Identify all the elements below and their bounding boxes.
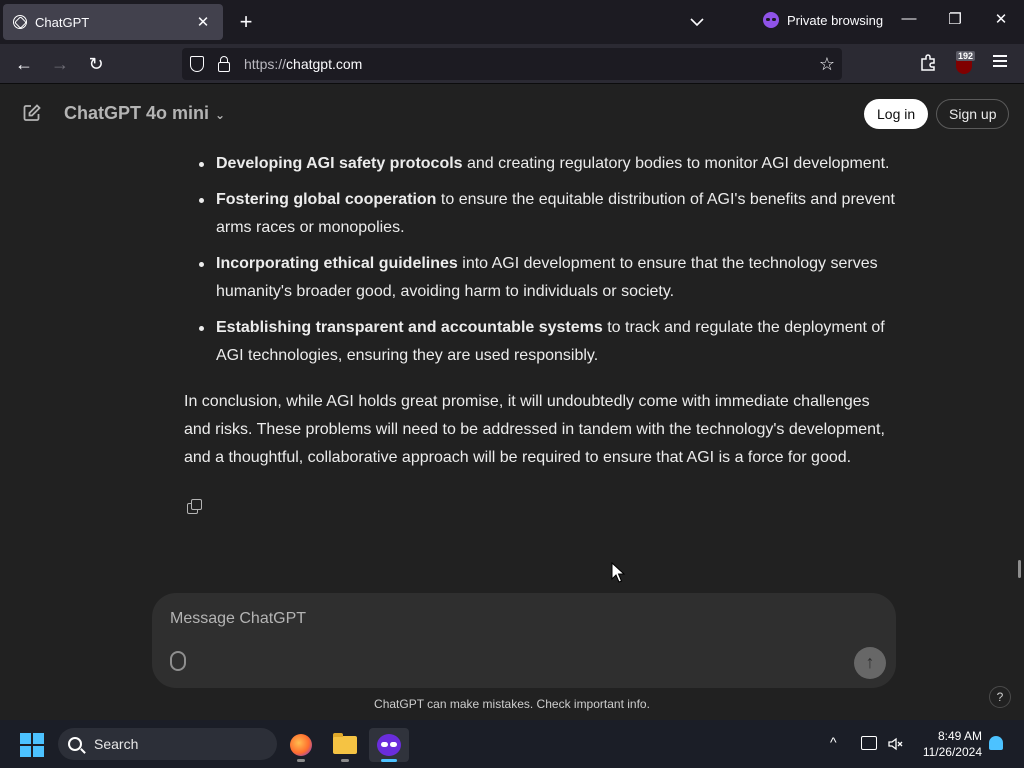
clock-date: 11/26/2024 (922, 745, 982, 759)
url-text[interactable]: https://chatgpt.com (244, 56, 812, 72)
url-host: chatgpt.com (286, 56, 363, 72)
extensions-puzzle-icon[interactable] (918, 52, 938, 72)
scrollbar-thumb[interactable] (1018, 560, 1021, 578)
mouse-pointer-icon (611, 562, 625, 583)
disclaimer-text: ChatGPT can make mistakes. Check importa… (374, 697, 650, 711)
new-tab-button[interactable]: + (234, 10, 258, 34)
list-item-text: and creating regulatory bodies to monito… (462, 155, 890, 172)
new-chat-compose-icon[interactable] (22, 103, 42, 123)
tab-close-icon[interactable]: ✕ (193, 13, 213, 31)
bookmark-star-icon[interactable]: ☆ (812, 54, 842, 75)
list-item-bold: Fostering global cooperation (216, 191, 437, 208)
notification-bell-icon[interactable] (989, 736, 1003, 750)
ublock-blocked-count: 192 (956, 51, 976, 61)
list-item: Developing AGI safety protocols and crea… (184, 150, 898, 178)
conclusion-paragraph: In conclusion, while AGI holds great pro… (184, 393, 885, 466)
firefox-icon (290, 734, 312, 756)
private-browsing-label: Private browsing (787, 12, 884, 28)
search-icon (68, 737, 82, 751)
taskbar-search-box[interactable]: Search (58, 728, 277, 760)
firefox-private-icon (377, 734, 401, 756)
browser-tab-strip: ChatGPT ✕ + Private browsing — ❐ ✕ (0, 0, 1024, 44)
sign-up-button[interactable]: Sign up (936, 99, 1010, 129)
help-button[interactable]: ? (989, 686, 1011, 708)
list-all-tabs-icon[interactable] (686, 11, 708, 33)
taskbar-firefox-private[interactable] (369, 728, 409, 762)
chatgpt-header: ChatGPT 4o mini ⌄ Log in Sign up (0, 85, 1024, 141)
app-menu-hamburger-icon[interactable] (990, 52, 1010, 72)
site-security-lock-icon[interactable] (218, 55, 230, 72)
chevron-down-icon: ⌄ (215, 108, 226, 122)
ublock-origin-extension-icon[interactable]: 192 (954, 51, 976, 74)
volume-muted-icon[interactable] (887, 736, 903, 752)
reload-button[interactable]: ↻ (84, 52, 108, 76)
maximize-button[interactable]: ❐ (943, 10, 967, 28)
model-selector[interactable]: ChatGPT 4o mini ⌄ (64, 103, 225, 124)
list-item: Incorporating ethical guidelines into AG… (184, 250, 898, 306)
send-button[interactable]: ↑ (854, 647, 886, 679)
address-bar[interactable]: https://chatgpt.com ☆ (182, 48, 842, 80)
windows-taskbar: Search ^ 8:49 AM 11/26/2024 (0, 720, 1024, 768)
navigation-toolbar: ← → ↻ https://chatgpt.com ☆ (0, 44, 1024, 84)
taskbar-file-explorer[interactable] (325, 728, 365, 762)
model-name: ChatGPT 4o mini (64, 103, 210, 123)
minimize-button[interactable]: — (897, 10, 921, 27)
show-hidden-icons-chevron-icon[interactable]: ^ (830, 734, 837, 750)
message-composer[interactable]: Message ChatGPT ↑ (152, 593, 896, 688)
private-mask-icon (763, 12, 779, 28)
chatgpt-favicon-icon (13, 15, 27, 29)
list-item-bold: Establishing transparent and accountable… (216, 319, 603, 336)
private-browsing-indicator: Private browsing (763, 12, 883, 28)
windows-start-icon[interactable] (20, 733, 44, 757)
list-item: Establishing transparent and accountable… (184, 314, 898, 370)
list-item-bold: Incorporating ethical guidelines (216, 255, 458, 272)
tab-chatgpt[interactable]: ChatGPT ✕ (3, 4, 223, 40)
attach-paperclip-icon[interactable] (170, 651, 186, 671)
clock-time: 8:49 AM (937, 729, 982, 743)
list-item-bold: Developing AGI safety protocols (216, 155, 463, 172)
system-clock[interactable]: 8:49 AM 11/26/2024 (914, 728, 982, 760)
tracking-protection-shield-icon[interactable] (190, 56, 204, 72)
back-button[interactable]: ← (12, 52, 36, 76)
message-input[interactable]: Message ChatGPT (170, 610, 306, 628)
bullet-list: Developing AGI safety protocols and crea… (184, 150, 898, 370)
tab-title: ChatGPT (35, 14, 90, 30)
url-protocol: https:// (244, 56, 287, 72)
list-item: Fostering global cooperation to ensure t… (184, 186, 898, 242)
forward-button[interactable]: → (48, 52, 72, 76)
close-window-button[interactable]: ✕ (989, 10, 1013, 28)
network-icon[interactable] (861, 736, 877, 750)
copy-icon[interactable] (186, 498, 204, 516)
assistant-message: Developing AGI safety protocols and crea… (184, 150, 898, 472)
log-in-button[interactable]: Log in (864, 99, 929, 129)
folder-icon (333, 733, 357, 754)
taskbar-search-label: Search (94, 736, 139, 752)
taskbar-firefox[interactable] (281, 728, 321, 762)
